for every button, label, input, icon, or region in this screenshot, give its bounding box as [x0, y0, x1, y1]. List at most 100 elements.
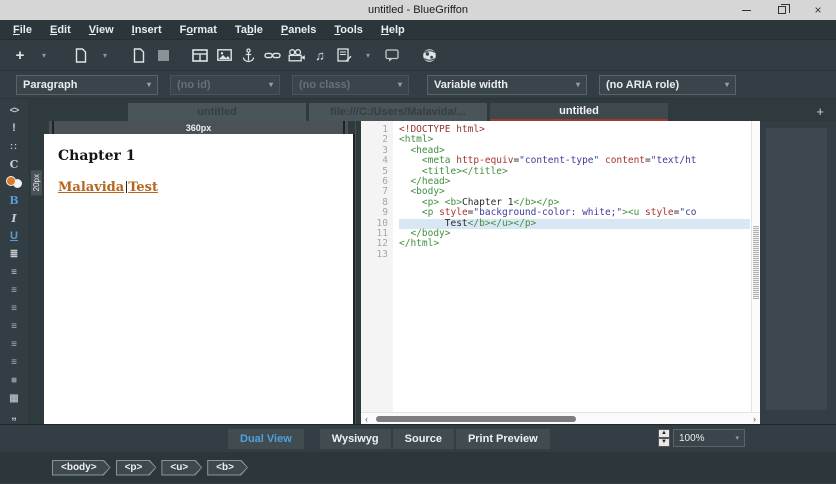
vertical-ruler: 20px	[28, 134, 44, 424]
view-button-wysiwyg[interactable]: Wysiwyg	[319, 429, 391, 449]
code-line-13[interactable]	[399, 250, 750, 260]
class-select[interactable]: (no class) ▾	[292, 74, 409, 95]
bluegriffon-window: untitled - BlueGriffon × File Edit View Ins…	[0, 0, 836, 484]
breadcrumb-item-body[interactable]: <body>	[52, 460, 111, 476]
align-left-icon[interactable]: ≡	[0, 318, 28, 334]
menu-edit[interactable]: Edit	[41, 24, 80, 36]
numbered-list-icon[interactable]: ≡	[0, 264, 28, 280]
horizontal-scrollbar[interactable]: ‹ ›	[361, 412, 760, 424]
insert-video-icon[interactable]	[284, 44, 308, 66]
width-select[interactable]: Variable width ▾	[427, 74, 587, 95]
open-document-icon[interactable]	[127, 44, 151, 66]
italic-icon[interactable]: I	[0, 210, 28, 226]
insert-audio-icon[interactable]: ♫	[308, 44, 332, 66]
insert-comment-icon[interactable]	[380, 44, 404, 66]
view-button-source[interactable]: Source	[392, 429, 454, 449]
document-heading[interactable]: Chapter 1	[58, 148, 339, 164]
chevron-down-icon: ▾	[724, 80, 729, 89]
ruler-width-label: 360px	[185, 122, 212, 133]
align-center-icon[interactable]: ≡	[0, 336, 28, 352]
quotes-icon[interactable]: ::	[0, 138, 28, 154]
bullet-list-icon[interactable]: ≣	[0, 246, 28, 262]
view-button-dual-view[interactable]: Dual View	[228, 429, 304, 449]
class-style-icon[interactable]: C	[0, 156, 28, 172]
image-block-icon[interactable]: ▦	[0, 390, 28, 406]
menu-format[interactable]: Format	[171, 24, 226, 36]
menu-table[interactable]: Table	[226, 24, 272, 36]
close-button[interactable]: ×	[800, 0, 836, 20]
insert-anchor-icon[interactable]	[236, 44, 260, 66]
quote-block-icon[interactable]: „	[0, 408, 28, 424]
tab-3-active[interactable]: untitled	[490, 103, 668, 121]
horizontal-scroll-thumb[interactable]	[376, 416, 576, 422]
add-element-dropdown-icon[interactable]: ▾	[32, 44, 56, 66]
menubar: File Edit View Insert Format Table Panels Tools…	[0, 20, 836, 40]
horizontal-ruler[interactable]: 360px	[49, 121, 348, 134]
view-button-print-preview[interactable]: Print Preview	[455, 429, 550, 449]
breadcrumb-item-p[interactable]: <p>	[116, 460, 157, 476]
id-select[interactable]: (no id) ▾	[170, 74, 280, 95]
insert-table-icon[interactable]	[188, 44, 212, 66]
class-value: (no class)	[299, 78, 351, 91]
underline-icon[interactable]: U	[0, 228, 28, 244]
code-line-5[interactable]: <title></title>	[399, 166, 750, 177]
vertical-scrollbar[interactable]	[751, 121, 760, 412]
menu-tools[interactable]: Tools	[325, 24, 372, 36]
breadcrumb-item-u[interactable]: <u>	[161, 460, 202, 476]
new-document-icon[interactable]	[69, 44, 93, 66]
chevron-down-icon: ▾	[397, 80, 402, 89]
close-icon: ×	[814, 3, 822, 17]
zoom-increase-button[interactable]: ▲	[658, 429, 670, 438]
source-code-editor[interactable]: <!DOCTYPE html> <html> <head> <meta http-…	[393, 121, 760, 412]
line-number: 13	[376, 248, 388, 260]
minimize-button[interactable]	[728, 0, 764, 20]
chevron-down-icon: ▾	[268, 80, 273, 89]
code-view-icon[interactable]: <>	[0, 102, 28, 118]
menu-insert[interactable]: Insert	[123, 24, 171, 36]
new-tab-button[interactable]: +	[816, 105, 824, 118]
aria-role-select[interactable]: (no ARIA role) ▾	[599, 74, 736, 95]
tab-2-inactive[interactable]: file:///C:/Users/Malavida/...	[309, 103, 487, 121]
wysiwyg-canvas[interactable]: Chapter 1 Malavida Test	[44, 134, 355, 424]
menu-file[interactable]: File	[4, 24, 41, 36]
insert-link-icon[interactable]	[260, 44, 284, 66]
code-line-1[interactable]: <!DOCTYPE html>	[399, 124, 750, 135]
zoom-level-select[interactable]: 100% ▾	[673, 429, 745, 447]
menu-help[interactable]: Help	[372, 24, 414, 36]
menu-panels[interactable]: Panels	[272, 24, 325, 36]
restore-button[interactable]	[764, 0, 800, 20]
scroll-right-arrow-icon[interactable]: ›	[753, 414, 756, 424]
outdent-icon[interactable]: ≡	[0, 282, 28, 298]
ruler-margin-label: 20px	[30, 170, 42, 196]
new-document-dropdown-icon[interactable]: ▾	[93, 44, 117, 66]
insert-form-icon[interactable]	[332, 44, 356, 66]
zoom-spinner: ▲ ▼	[658, 429, 670, 447]
paragraph-format-select[interactable]: Paragraph ▾	[16, 74, 158, 95]
zoom-decrease-button[interactable]: ▼	[658, 438, 670, 447]
indent-icon[interactable]: ≡	[0, 300, 28, 316]
code-line-11[interactable]: </body>	[399, 228, 750, 239]
document-underlined-text[interactable]: Malavida Test	[58, 180, 339, 195]
insert-image-icon[interactable]	[212, 44, 236, 66]
align-right-icon[interactable]: ≡	[0, 354, 28, 370]
vertical-scroll-thumb[interactable]	[753, 225, 759, 299]
main-toolbar: + ▾ ▾ ♫ ▾	[0, 40, 836, 71]
zoom-level-value: 100%	[679, 432, 705, 444]
insert-form-dropdown-icon[interactable]: ▾	[356, 44, 380, 66]
block-element-icon[interactable]: ■	[0, 372, 28, 388]
scroll-left-arrow-icon[interactable]: ‹	[365, 414, 368, 424]
code-line-6[interactable]: </head>	[399, 176, 750, 187]
code-line-2[interactable]: <html>	[399, 135, 750, 145]
tab-1-inactive[interactable]: untitled	[128, 103, 306, 121]
code-line-12[interactable]: </html>	[399, 239, 750, 249]
menu-view[interactable]: View	[80, 24, 123, 36]
save-icon[interactable]	[151, 44, 175, 66]
code-line-10[interactable]: Test</b></u></p>	[399, 218, 750, 229]
breadcrumb-item-b[interactable]: <b>	[207, 460, 248, 476]
add-element-icon[interactable]: +	[8, 44, 32, 66]
color-swatch-icon[interactable]	[0, 174, 28, 190]
emphasis-icon[interactable]: !	[0, 120, 28, 136]
window-controls: ×	[728, 0, 836, 20]
browse-icon[interactable]	[417, 44, 441, 66]
bold-icon[interactable]: B	[0, 192, 28, 208]
